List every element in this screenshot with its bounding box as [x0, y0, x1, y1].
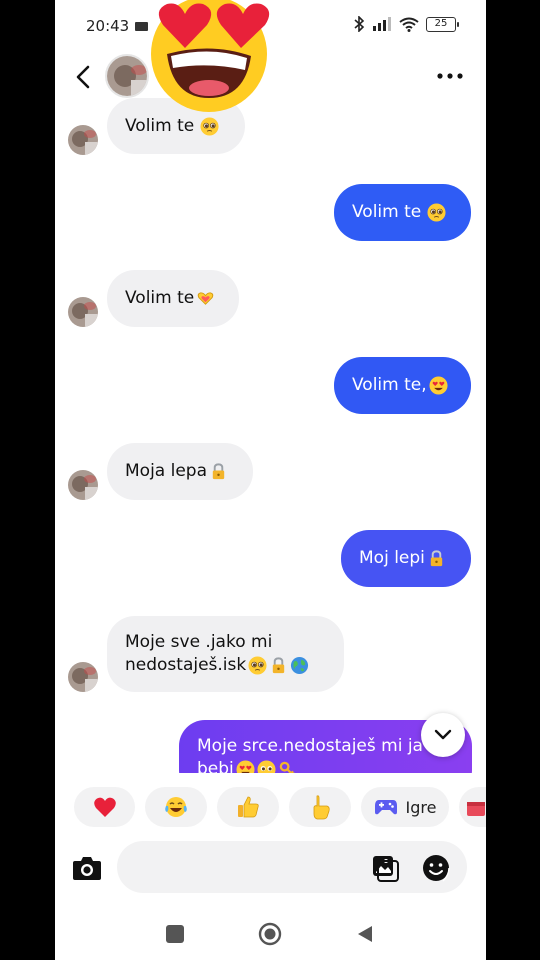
message-text: Volim te [352, 202, 422, 222]
message-text: Moja lepa [125, 461, 208, 481]
scroll-to-bottom-button[interactable] [421, 713, 465, 757]
thumbs-up-icon [238, 796, 259, 818]
lock-icon [273, 657, 285, 674]
message-text: Volim te [125, 288, 195, 308]
outgoing-message[interactable]: Moj lepi [341, 530, 471, 587]
heart-eyes-face-icon [236, 760, 255, 773]
bluetooth-icon [354, 16, 365, 32]
sender-avatar [68, 662, 98, 692]
signal-icon [373, 17, 391, 31]
incoming-message[interactable]: Moja lepa [107, 443, 253, 500]
lock-icon [212, 463, 225, 480]
message-composer [55, 838, 486, 898]
sender-avatar [68, 125, 98, 155]
quick-action-more[interactable] [459, 787, 486, 827]
tears-of-joy-icon [165, 797, 187, 817]
quick-reactions-bar: Igre [55, 785, 486, 831]
message-text: Volim te, [352, 375, 427, 395]
games-label: Igre [405, 797, 437, 817]
more-options-icon[interactable] [434, 64, 466, 88]
status-icons: 25 [354, 16, 459, 32]
sender-avatar [68, 470, 98, 500]
message-text-line-1: Moje sve .jako mi [125, 632, 273, 652]
quick-reaction-point[interactable] [289, 787, 351, 827]
gift-icon [467, 802, 485, 816]
triangle-back-icon [358, 926, 372, 942]
outgoing-message[interactable]: Volim te, [334, 357, 471, 414]
heart-eyes-sticker-icon [151, 0, 270, 112]
camera-icon[interactable] [69, 851, 105, 887]
message-text-line-2: bebi [197, 759, 234, 773]
heart-eyes-face-icon [429, 376, 448, 395]
lock-icon [430, 550, 443, 567]
gamepad-icon [374, 800, 397, 815]
message-text-line-1: Moje srce.nedostaješ mi ja [197, 736, 423, 756]
red-heart-icon [93, 797, 116, 817]
back-button[interactable] [350, 919, 380, 949]
incoming-message[interactable]: Moje sve .jako mi nedostaješ.isk [107, 616, 344, 692]
games-button[interactable]: Igre [361, 787, 449, 827]
recents-button[interactable] [160, 919, 190, 949]
wifi-icon [399, 17, 419, 32]
status-time: 20:43 [86, 17, 130, 35]
gallery-icon[interactable] [371, 854, 399, 882]
incoming-message[interactable]: Volim te [107, 270, 239, 327]
sender-avatar [68, 297, 98, 327]
pleading-face-icon [257, 760, 276, 773]
message-input[interactable] [117, 841, 467, 893]
outgoing-message[interactable]: Volim te [334, 184, 471, 241]
message-text: Moj lepi [359, 548, 425, 568]
quick-reaction-thumbs-up[interactable] [217, 787, 279, 827]
chevron-down-icon [434, 729, 452, 740]
quick-reaction-heart[interactable] [74, 787, 135, 827]
globe-icon [291, 656, 309, 675]
battery-level: 25 [434, 18, 448, 29]
quick-reaction-laugh[interactable] [145, 787, 207, 827]
back-arrow-icon[interactable] [69, 62, 99, 92]
system-navigation-bar [55, 905, 486, 960]
home-button[interactable] [255, 919, 285, 949]
messenger-screen: 20:43 25 Volim te Volim te Volim te Voli… [55, 0, 486, 960]
key-icon [279, 761, 295, 773]
pleading-face-icon [427, 203, 446, 222]
battery-icon: 25 [426, 16, 459, 32]
square-icon [166, 925, 184, 943]
circle-icon [258, 922, 282, 946]
pleading-face-icon [248, 656, 267, 675]
pointing-up-hand-icon [313, 795, 330, 820]
heart-hands-icon [198, 292, 214, 305]
sticker-icon[interactable] [421, 853, 451, 883]
message-text-line-2: nedostaješ.isk [125, 655, 247, 675]
